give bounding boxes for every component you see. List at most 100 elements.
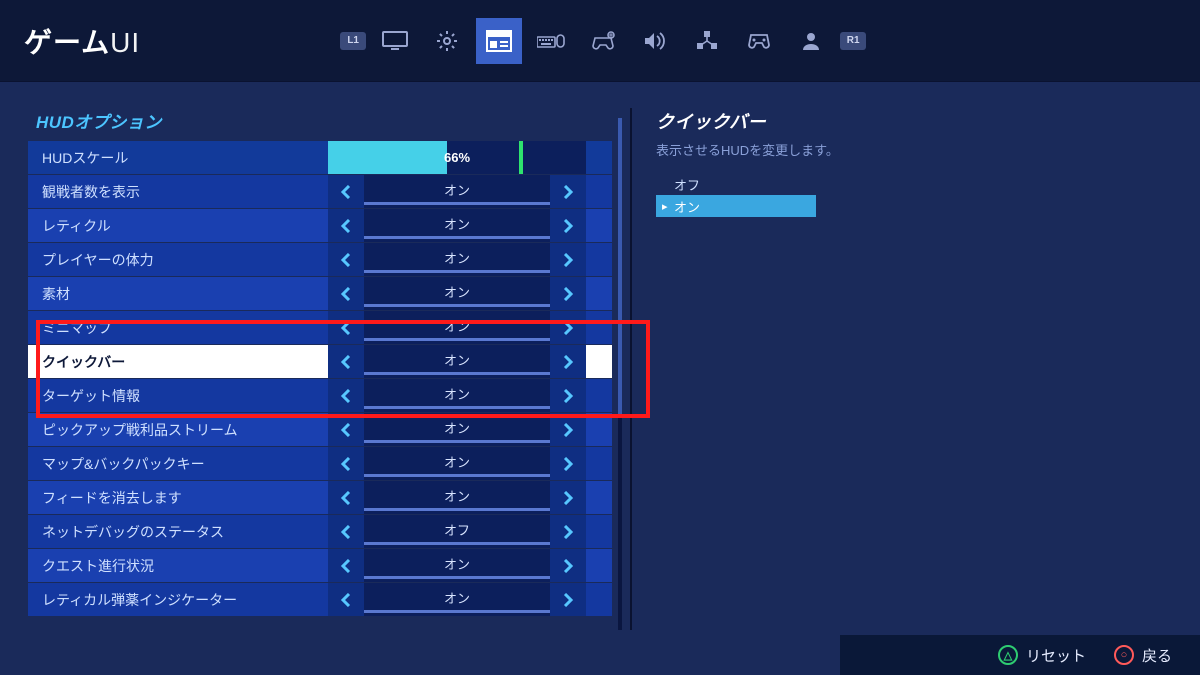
tab-game-ui[interactable]: [476, 18, 522, 64]
row-control: オン: [328, 345, 586, 378]
row-value: オン: [364, 583, 550, 616]
detail-description: 表示させるHUDを変更します。: [656, 140, 1172, 159]
row-control: オン: [328, 413, 586, 446]
row-label: プレイヤーの体力: [28, 250, 328, 270]
tab-controller[interactable]: [736, 18, 782, 64]
arrow-right-icon[interactable]: [550, 209, 586, 242]
settings-row[interactable]: ターゲット情報オン: [28, 379, 612, 412]
settings-row[interactable]: レティクル オン: [28, 209, 612, 242]
back-button[interactable]: ○ 戻る: [1114, 645, 1172, 666]
row-label: クイックバー: [28, 352, 328, 372]
row-control: オン: [328, 209, 586, 242]
settings-row[interactable]: レティカル弾薬インジケーター オン: [28, 583, 612, 616]
row-value: オフ: [364, 515, 550, 548]
arrow-left-icon[interactable]: [328, 447, 364, 480]
settings-row[interactable]: 観戦者数を表示 オン: [28, 175, 612, 208]
row-label: マップ&バックパックキー: [28, 454, 328, 474]
row-value: オン: [364, 481, 550, 514]
tab-display[interactable]: [372, 18, 418, 64]
row-label: ネットデバッグのステータス: [28, 522, 328, 542]
settings-row[interactable]: フィードを消去します オン: [28, 481, 612, 514]
tab-controller-settings[interactable]: [580, 18, 626, 64]
section-title: HUDオプション: [28, 108, 612, 141]
row-value: オン: [364, 311, 550, 344]
arrow-right-icon[interactable]: [550, 515, 586, 548]
row-value: オン: [364, 209, 550, 242]
arrow-right-icon[interactable]: [550, 175, 586, 208]
arrow-left-icon[interactable]: [328, 481, 364, 514]
detail-option[interactable]: オン: [656, 195, 816, 217]
row-value: オン: [364, 243, 550, 276]
detail-option[interactable]: オフ: [656, 173, 816, 195]
tab-accessibility[interactable]: [684, 18, 730, 64]
reset-button[interactable]: △ リセット: [998, 645, 1086, 666]
row-label: フィードを消去します: [28, 488, 328, 508]
settings-row[interactable]: クイックバー オン: [28, 345, 612, 378]
arrow-left-icon[interactable]: [328, 515, 364, 548]
settings-list: HUDオプション HUDスケール 66% 観戦者数を表示オンレティクルオンプレイ…: [28, 90, 612, 630]
row-label: 観戦者数を表示: [28, 182, 328, 202]
reset-label: リセット: [1026, 645, 1086, 666]
arrow-left-icon[interactable]: [328, 413, 364, 446]
settings-row[interactable]: ネットデバッグのステータス オフ: [28, 515, 612, 548]
arrow-left-icon[interactable]: [328, 345, 364, 378]
row-value: オン: [364, 413, 550, 446]
row-control: オン: [328, 311, 586, 344]
detail-title: クイックバー: [656, 108, 1172, 134]
row-hud-scale[interactable]: HUDスケール 66%: [28, 141, 612, 174]
detail-panel: クイックバー 表示させるHUDを変更します。 オフオン: [656, 90, 1172, 630]
settings-row[interactable]: ピックアップ戦利品ストリーム オン: [28, 413, 612, 446]
settings-row[interactable]: クエスト進行状況オン: [28, 549, 612, 582]
scrollbar[interactable]: [618, 118, 622, 630]
title-bold: ゲーム: [24, 27, 110, 58]
row-control: オン: [328, 175, 586, 208]
arrow-left-icon[interactable]: [328, 583, 364, 616]
arrow-right-icon[interactable]: [550, 447, 586, 480]
arrow-left-icon[interactable]: [328, 311, 364, 344]
tab-settings-gear[interactable]: [424, 18, 470, 64]
arrow-right-icon[interactable]: [550, 243, 586, 276]
row-label: ピックアップ戦利品ストリーム: [28, 420, 328, 440]
settings-row[interactable]: マップ&バックパックキー オン: [28, 447, 612, 480]
row-value: オン: [364, 175, 550, 208]
arrow-right-icon[interactable]: [550, 549, 586, 582]
settings-row[interactable]: プレイヤーの体力 オン: [28, 243, 612, 276]
title-thin: UI: [110, 27, 140, 58]
circle-icon: ○: [1114, 645, 1134, 665]
row-control: オン: [328, 549, 586, 582]
tab-keyboard-mouse[interactable]: [528, 18, 574, 64]
tab-account[interactable]: [788, 18, 834, 64]
footer-bar: △ リセット ○ 戻る: [840, 635, 1200, 675]
hud-scale-slider[interactable]: 66%: [328, 141, 586, 174]
row-value: オン: [364, 379, 550, 412]
arrow-left-icon[interactable]: [328, 209, 364, 242]
row-value: オン: [364, 447, 550, 480]
detail-options: オフオン: [656, 173, 816, 217]
arrow-left-icon[interactable]: [328, 277, 364, 310]
arrow-left-icon[interactable]: [328, 175, 364, 208]
column-divider: [630, 108, 632, 630]
row-label: ミニマップ: [28, 318, 328, 338]
arrow-right-icon[interactable]: [550, 481, 586, 514]
settings-row[interactable]: ミニマップ オン: [28, 311, 612, 344]
settings-row[interactable]: 素材オン: [28, 277, 612, 310]
arrow-right-icon[interactable]: [550, 345, 586, 378]
row-control: オン: [328, 447, 586, 480]
tab-audio[interactable]: [632, 18, 678, 64]
arrow-right-icon[interactable]: [550, 413, 586, 446]
arrow-right-icon[interactable]: [550, 311, 586, 344]
arrow-right-icon[interactable]: [550, 277, 586, 310]
row-control: オン: [328, 379, 586, 412]
row-label: HUDスケール: [28, 148, 328, 168]
row-value: オン: [364, 345, 550, 378]
row-label: レティクル: [28, 216, 328, 236]
arrow-left-icon[interactable]: [328, 243, 364, 276]
arrow-left-icon[interactable]: [328, 379, 364, 412]
row-value: オン: [364, 549, 550, 582]
arrow-right-icon[interactable]: [550, 379, 586, 412]
arrow-right-icon[interactable]: [550, 583, 586, 616]
arrow-left-icon[interactable]: [328, 549, 364, 582]
main-area: HUDオプション HUDスケール 66% 観戦者数を表示オンレティクルオンプレイ…: [0, 82, 1200, 630]
row-control: オフ: [328, 515, 586, 548]
row-label: レティカル弾薬インジケーター: [28, 590, 328, 610]
